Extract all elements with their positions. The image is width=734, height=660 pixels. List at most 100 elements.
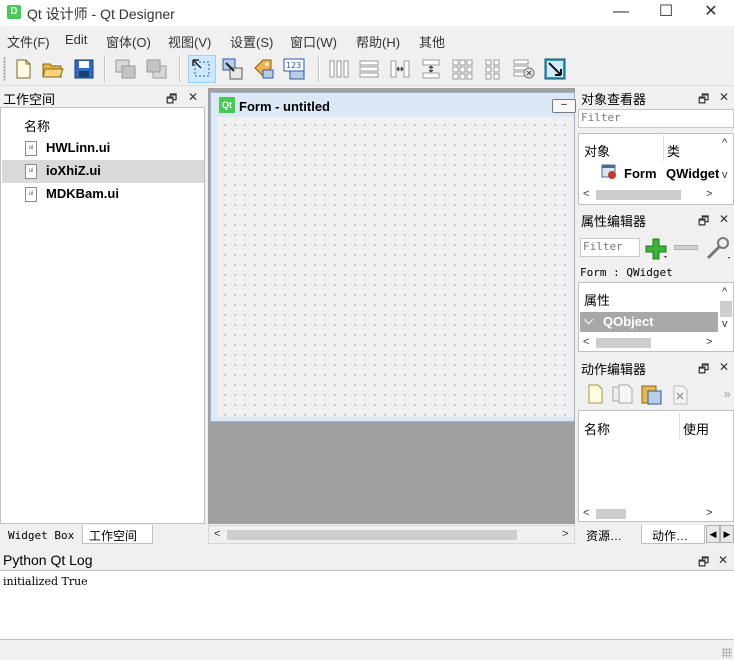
scroll-up-arrow-icon[interactable]: ^ xyxy=(722,286,727,298)
horizontal-scrollbar[interactable]: < > xyxy=(208,525,575,544)
add-dynamic-property-button[interactable] xyxy=(644,237,670,264)
dock-close-icon[interactable]: ✕ xyxy=(719,212,729,226)
scroll-down-arrow-icon[interactable]: v xyxy=(722,318,728,330)
menu-view[interactable]: 视图(V) xyxy=(168,32,211,51)
column-divider xyxy=(679,413,680,439)
menu-window[interactable]: 窗口(W) xyxy=(290,32,337,51)
scrollbar-thumb[interactable] xyxy=(227,530,517,540)
qt-designer-window: D Qt 设计师 - Qt Designer — ☐ ✕ 文件(F) Edit … xyxy=(0,0,734,660)
break-layout-button[interactable] xyxy=(510,55,538,83)
object-inspector-dock-title[interactable]: 对象查看器 🗗 ✕ xyxy=(581,89,734,108)
scroll-left-arrow-icon[interactable]: < xyxy=(214,528,220,540)
form-title-bar[interactable]: Qt Form - untitled – xyxy=(211,93,576,117)
scrollbar-thumb[interactable] xyxy=(596,338,651,348)
close-button[interactable]: ✕ xyxy=(688,0,734,26)
file-item[interactable]: ui HWLinn.ui xyxy=(2,137,204,160)
save-form-button[interactable] xyxy=(70,55,98,83)
layout-horizontal-splitter-button[interactable] xyxy=(386,55,414,83)
object-filter-input[interactable]: Filter xyxy=(578,109,734,128)
maximize-button[interactable]: ☐ xyxy=(643,0,689,26)
action-list: 名称 使用 < > xyxy=(578,410,734,522)
action-editor-dock-title[interactable]: 动作编辑器 🗗 ✕ xyxy=(581,359,734,378)
menu-settings[interactable]: 设置(S) xyxy=(230,32,273,51)
dock-close-icon[interactable]: ✕ xyxy=(718,553,728,567)
edit-tab-order-button[interactable]: 123 xyxy=(281,55,309,83)
scroll-left-arrow-icon[interactable]: < xyxy=(583,507,589,519)
edit-widgets-button[interactable] xyxy=(188,55,216,83)
scroll-right-arrow-icon[interactable]: > xyxy=(706,188,712,200)
scrollbar-thumb[interactable] xyxy=(720,301,732,317)
layout-horizontal-button[interactable] xyxy=(325,55,353,83)
edit-buddies-button[interactable] xyxy=(250,55,278,83)
scroll-up-arrow-icon[interactable]: ^ xyxy=(722,137,727,149)
edit-signals-slots-button[interactable] xyxy=(219,55,247,83)
layout-vertical-splitter-button[interactable] xyxy=(417,55,445,83)
menu-edit[interactable]: Edit xyxy=(65,32,87,47)
dock-close-icon[interactable]: ✕ xyxy=(188,90,198,104)
main-toolbar: 123 xyxy=(0,52,734,86)
layout-grid-button[interactable] xyxy=(448,55,476,83)
log-output[interactable]: initialized True xyxy=(0,570,734,640)
adjust-size-button[interactable] xyxy=(541,55,569,83)
minimize-button[interactable]: — xyxy=(598,0,644,26)
menu-form[interactable]: 窗体(O) xyxy=(106,32,151,51)
property-config-button[interactable] xyxy=(704,236,732,265)
scroll-left-arrow-icon[interactable]: < xyxy=(583,336,589,348)
size-grip[interactable] xyxy=(722,648,732,658)
tab-resources[interactable]: 资源… xyxy=(580,525,640,544)
paste-action-button[interactable] xyxy=(640,383,664,408)
new-file-icon xyxy=(16,59,31,79)
save-disk-icon xyxy=(74,59,94,79)
horizontal-splitter-icon xyxy=(390,60,410,78)
copy-action-button[interactable] xyxy=(611,383,635,408)
toolbar-more-icon[interactable]: » xyxy=(724,387,731,401)
layout-form-button[interactable] xyxy=(479,55,507,83)
tab-actions[interactable]: 动作… xyxy=(641,525,705,544)
form-canvas[interactable] xyxy=(217,117,574,417)
send-to-back-button[interactable] xyxy=(112,55,140,83)
menu-help[interactable]: 帮助(H) xyxy=(356,32,400,51)
form-window[interactable]: Qt Form - untitled – xyxy=(210,92,576,422)
scrollbar-thumb[interactable] xyxy=(596,509,626,519)
float-icon[interactable]: 🗗 xyxy=(698,90,709,111)
menu-file[interactable]: 文件(F) xyxy=(7,32,50,51)
dock-close-icon[interactable]: ✕ xyxy=(719,90,729,104)
qobject-group-row[interactable]: ⌵ QObject xyxy=(580,312,718,332)
delete-action-button[interactable] xyxy=(671,384,691,409)
buddy-tag-icon xyxy=(254,59,274,79)
float-icon[interactable]: 🗗 xyxy=(698,360,709,381)
property-filter-input[interactable]: Filter xyxy=(580,238,640,257)
dock-close-icon[interactable]: ✕ xyxy=(719,360,729,374)
new-form-button[interactable] xyxy=(9,55,37,83)
form-title: Form - untitled xyxy=(239,99,330,114)
scroll-right-arrow-icon[interactable]: > xyxy=(562,528,568,540)
layout-vertical-button[interactable] xyxy=(355,55,383,83)
object-name[interactable]: Form xyxy=(624,166,657,181)
new-action-button[interactable] xyxy=(585,383,605,408)
file-item-selected[interactable]: ui ioXhiZ.ui xyxy=(2,160,204,183)
qt-logo-icon: Qt xyxy=(219,97,235,113)
float-icon[interactable]: 🗗 xyxy=(698,212,709,233)
edit-widgets-icon xyxy=(192,59,210,77)
remove-property-minus-icon[interactable] xyxy=(674,245,698,250)
scroll-right-arrow-icon[interactable]: > xyxy=(706,507,712,519)
toolbar-grip[interactable] xyxy=(3,57,6,81)
scroll-left-arrow-icon[interactable]: < xyxy=(583,188,589,200)
scrollbar-thumb[interactable] xyxy=(596,190,681,200)
expand-chevron-icon[interactable]: ⌵ xyxy=(584,313,593,328)
form-minimize-button[interactable]: – xyxy=(552,99,576,113)
bring-to-front-button[interactable] xyxy=(143,55,171,83)
scroll-down-arrow-icon[interactable]: v xyxy=(722,169,728,181)
file-name: HWLinn.ui xyxy=(46,140,111,155)
tab-workspace[interactable]: 工作空间 xyxy=(82,525,153,544)
log-dock-title[interactable]: Python Qt Log 🗗 ✕ xyxy=(0,551,734,570)
workspace-dock-title[interactable]: 工作空间 🗗 ✕ xyxy=(3,89,205,108)
tab-scroll-right-icon[interactable]: ▶ xyxy=(720,525,734,543)
file-item[interactable]: ui MDKBam.ui xyxy=(2,183,204,206)
tab-scroll-left-icon[interactable]: ◀ xyxy=(706,525,720,543)
open-form-button[interactable] xyxy=(39,55,67,83)
property-editor-dock-title[interactable]: 属性编辑器 🗗 ✕ xyxy=(581,211,734,230)
tab-widget-box[interactable]: Widget Box xyxy=(2,525,81,544)
scroll-right-arrow-icon[interactable]: > xyxy=(706,336,712,348)
menu-other[interactable]: 其他 xyxy=(419,32,445,51)
